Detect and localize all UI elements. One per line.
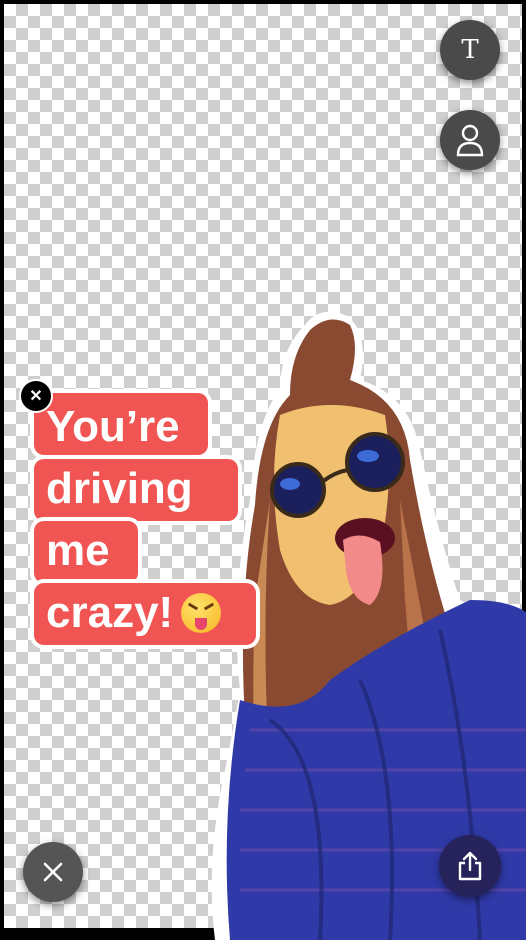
close-icon[interactable]: ✕: [19, 379, 53, 413]
share-button[interactable]: [439, 835, 501, 897]
caption-line-3: me: [46, 526, 110, 575]
close-icon: [43, 862, 63, 882]
share-icon: [458, 851, 482, 881]
caption-line-1: You’re: [46, 402, 180, 451]
text-icon: T: [461, 35, 479, 65]
person-icon: [456, 124, 484, 157]
close-button[interactable]: [23, 842, 83, 902]
caption-line-4-wrap: crazy!: [46, 582, 266, 644]
caption-line-2: driving: [46, 464, 193, 513]
sticker-caption: You’re driving me crazy!: [46, 396, 266, 644]
caption-line-4: crazy!: [46, 588, 174, 637]
sticker-tool-button[interactable]: [440, 110, 500, 170]
text-tool-button[interactable]: T: [440, 20, 500, 80]
squinting-face-with-tongue-icon: [181, 593, 222, 633]
